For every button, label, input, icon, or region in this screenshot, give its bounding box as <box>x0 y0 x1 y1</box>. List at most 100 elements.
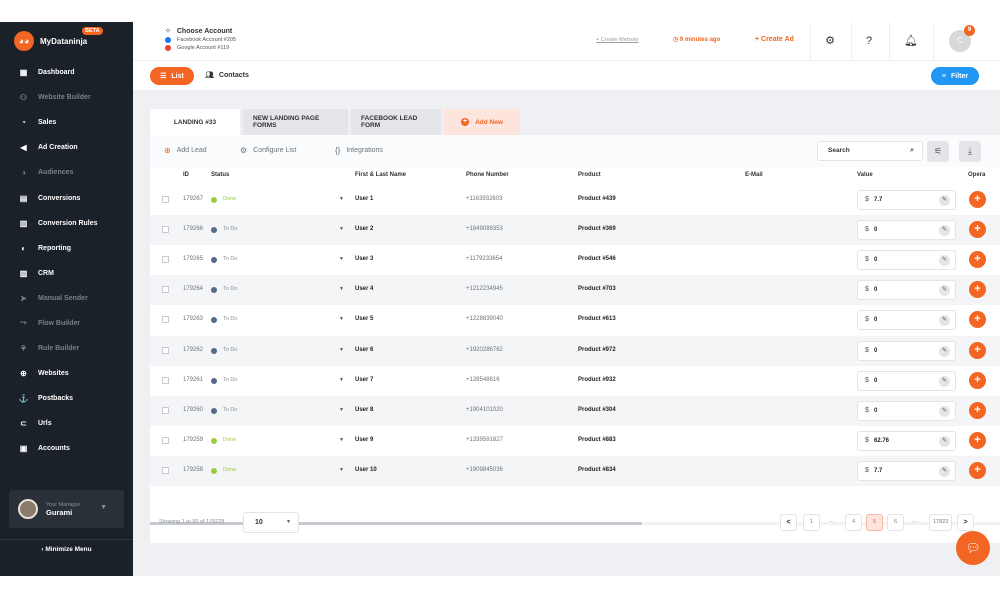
chevron-down-icon[interactable]: ▼ <box>339 226 344 232</box>
add-operation-button[interactable]: + <box>969 311 986 329</box>
prev-page-button[interactable]: < <box>780 514 797 531</box>
row-checkbox[interactable] <box>162 226 169 234</box>
sidebar-item-audiences[interactable]: ◑ Audiences <box>0 160 133 185</box>
column-name[interactable]: First & Last Name <box>355 172 406 178</box>
pencil-icon[interactable]: ✎ <box>939 285 950 297</box>
brand[interactable]: ◕◕ MyDataninja BETA <box>0 22 133 60</box>
add-new-tab-button[interactable]: + Add New <box>444 109 520 135</box>
sidebar-item-websites[interactable]: ⊕ Websites <box>0 361 133 386</box>
page-button[interactable]: 6 <box>887 514 904 531</box>
chevron-down-icon[interactable]: ▼ <box>339 407 344 413</box>
table-row[interactable]: 179266 To Do ▼ User 2 +1849089353 Product #36… <box>150 215 1000 246</box>
sidebar-item-sales[interactable]: ◔ Sales <box>0 110 133 135</box>
chevron-down-icon[interactable]: ▼ <box>339 196 344 202</box>
value-field[interactable]: $0 ✎ <box>857 250 956 271</box>
value-field[interactable]: $7.7 ✎ <box>857 190 956 210</box>
table-row[interactable]: 179264 To Do ▼ User 4 +1212234945 Product #70… <box>150 275 1000 306</box>
value-field[interactable]: $0 ✎ <box>857 370 956 391</box>
table-row[interactable]: 179259 Done ▼ User 9 +1339591827 Product #883… <box>150 426 1000 456</box>
status-label[interactable]: To Do <box>223 377 237 383</box>
sidebar-item-urls[interactable]: ⊂ Urls <box>0 411 133 436</box>
add-operation-button[interactable]: + <box>969 461 986 479</box>
status-label[interactable]: Done <box>223 437 236 443</box>
table-row[interactable]: 179263 To Do ▼ User 5 +1228839040 Product #61… <box>150 305 1000 335</box>
column-product[interactable]: Product <box>578 172 601 178</box>
bell-icon[interactable]: 🔔︎ <box>904 34 918 48</box>
gear-icon[interactable]: ⚙ <box>823 34 837 48</box>
row-checkbox[interactable] <box>162 436 169 444</box>
column-operations[interactable]: Opera <box>968 172 985 178</box>
table-row[interactable]: 179267 Done ▼ User 1 +1163932603 Product #439… <box>150 185 1000 215</box>
row-checkbox[interactable] <box>162 466 169 474</box>
sidebar-item-website-builder[interactable]: ⚇ Website Builder <box>0 85 133 110</box>
add-operation-button[interactable]: + <box>969 251 986 269</box>
minimize-menu-button[interactable]: ‹ Minimize Menu <box>0 546 133 553</box>
page-button[interactable]: 17823 <box>929 514 953 531</box>
row-checkbox[interactable] <box>162 316 169 324</box>
column-email[interactable]: E-Mail <box>745 172 763 178</box>
page-size-select[interactable]: 10 ▼ <box>243 512 299 533</box>
sidebar-item-dashboard[interactable]: ▦ Dashboard <box>0 60 133 85</box>
account-selector[interactable]: ⁘ Choose Account Facebook Account #205 Go… <box>165 27 236 51</box>
column-status[interactable]: Status <box>211 172 229 178</box>
configure-list-button[interactable]: ⚙ Configure List <box>240 146 296 155</box>
pencil-icon[interactable]: ✎ <box>939 225 950 237</box>
sidebar-item-conversions[interactable]: ▤ Conversions <box>0 185 133 210</box>
status-label[interactable]: Done <box>223 467 236 473</box>
manager-card[interactable]: Your Manager Gurami ▼ <box>9 490 124 528</box>
row-checkbox[interactable] <box>162 256 169 264</box>
pencil-icon[interactable]: ✎ <box>939 315 950 327</box>
add-lead-button[interactable]: ⊕ Add Lead <box>164 146 207 155</box>
chevron-down-icon[interactable]: ▼ <box>339 316 344 322</box>
sidebar-item-conversion-rules[interactable]: ▥ Conversion Rules <box>0 211 133 236</box>
chevron-down-icon[interactable]: ▼ <box>339 286 344 292</box>
table-row[interactable]: 179265 To Do ▼ User 3 +1179233654 Product #54… <box>150 245 1000 275</box>
pencil-icon[interactable]: ✎ <box>939 255 950 267</box>
download-icon[interactable]: ⤓ <box>959 141 981 162</box>
pencil-icon[interactable]: ✎ <box>939 405 950 417</box>
tab-facebook-lead-form[interactable]: FACEBOOK LEAD FORM <box>351 109 441 135</box>
sliders-icon[interactable]: ⚟ <box>927 141 949 162</box>
table-row[interactable]: 179262 To Do ▼ User 6 +1920286762 Product #97… <box>150 335 1000 366</box>
next-page-button[interactable]: > <box>957 514 974 531</box>
page-button[interactable]: 1 <box>803 514 820 531</box>
row-checkbox[interactable] <box>162 196 169 203</box>
column-value[interactable]: Value <box>857 172 873 178</box>
contacts-view-button[interactable]: 👥︎ Contacts <box>205 71 249 79</box>
sidebar-item-ad-creation[interactable]: ◀ Ad Creation <box>0 135 133 160</box>
add-operation-button[interactable]: + <box>969 341 986 359</box>
value-field[interactable]: $0 ✎ <box>857 310 956 331</box>
sidebar-item-manual-sender[interactable]: ➤ Manual Sender <box>0 286 133 311</box>
row-checkbox[interactable] <box>162 346 169 354</box>
add-operation-button[interactable]: + <box>969 281 986 299</box>
value-field[interactable]: $62.76 ✎ <box>857 430 956 451</box>
table-row[interactable]: 179258 Done ▼ User 10 +1909845036 Product #83… <box>150 455 1000 486</box>
chevron-down-icon[interactable]: ▼ <box>339 256 344 262</box>
value-field[interactable]: $0 ✎ <box>857 400 956 421</box>
create-website-link[interactable]: + Create Website <box>596 37 639 43</box>
status-label[interactable]: To Do <box>223 226 237 232</box>
pencil-icon[interactable]: ✎ <box>939 375 950 387</box>
sidebar-item-accounts[interactable]: ▣ Accounts <box>0 436 133 461</box>
add-operation-button[interactable]: + <box>969 371 986 389</box>
table-row[interactable]: 179261 To Do ▼ User 7 +128548816 Product #932… <box>150 366 1000 396</box>
filter-button[interactable]: ≡ Filter <box>931 67 979 85</box>
chevron-down-icon[interactable]: ▼ <box>339 437 344 443</box>
row-checkbox[interactable] <box>162 286 169 294</box>
pencil-icon[interactable]: ✎ <box>939 195 950 206</box>
value-field[interactable]: $0 ✎ <box>857 340 956 361</box>
table-row[interactable]: 179260 To Do ▼ User 8 +1904101020 Product #30… <box>150 395 1000 426</box>
sidebar-item-rule-builder[interactable]: ⚘ Rule Builder <box>0 336 133 361</box>
column-phone[interactable]: Phone Number <box>466 172 509 178</box>
status-label[interactable]: Done <box>223 196 236 202</box>
integrations-button[interactable]: {} Integrations <box>335 146 383 155</box>
add-operation-button[interactable]: + <box>969 431 986 449</box>
status-label[interactable]: To Do <box>223 407 237 413</box>
add-operation-button[interactable]: + <box>969 221 986 239</box>
sidebar-item-flow-builder[interactable]: ⤳ Flow Builder <box>0 311 133 336</box>
sidebar-item-reporting[interactable]: ◐ Reporting <box>0 236 133 261</box>
row-checkbox[interactable] <box>162 406 169 414</box>
chat-icon[interactable]: 💬︎ <box>956 531 990 565</box>
row-checkbox[interactable] <box>162 376 169 384</box>
pencil-icon[interactable]: ✎ <box>939 435 950 447</box>
